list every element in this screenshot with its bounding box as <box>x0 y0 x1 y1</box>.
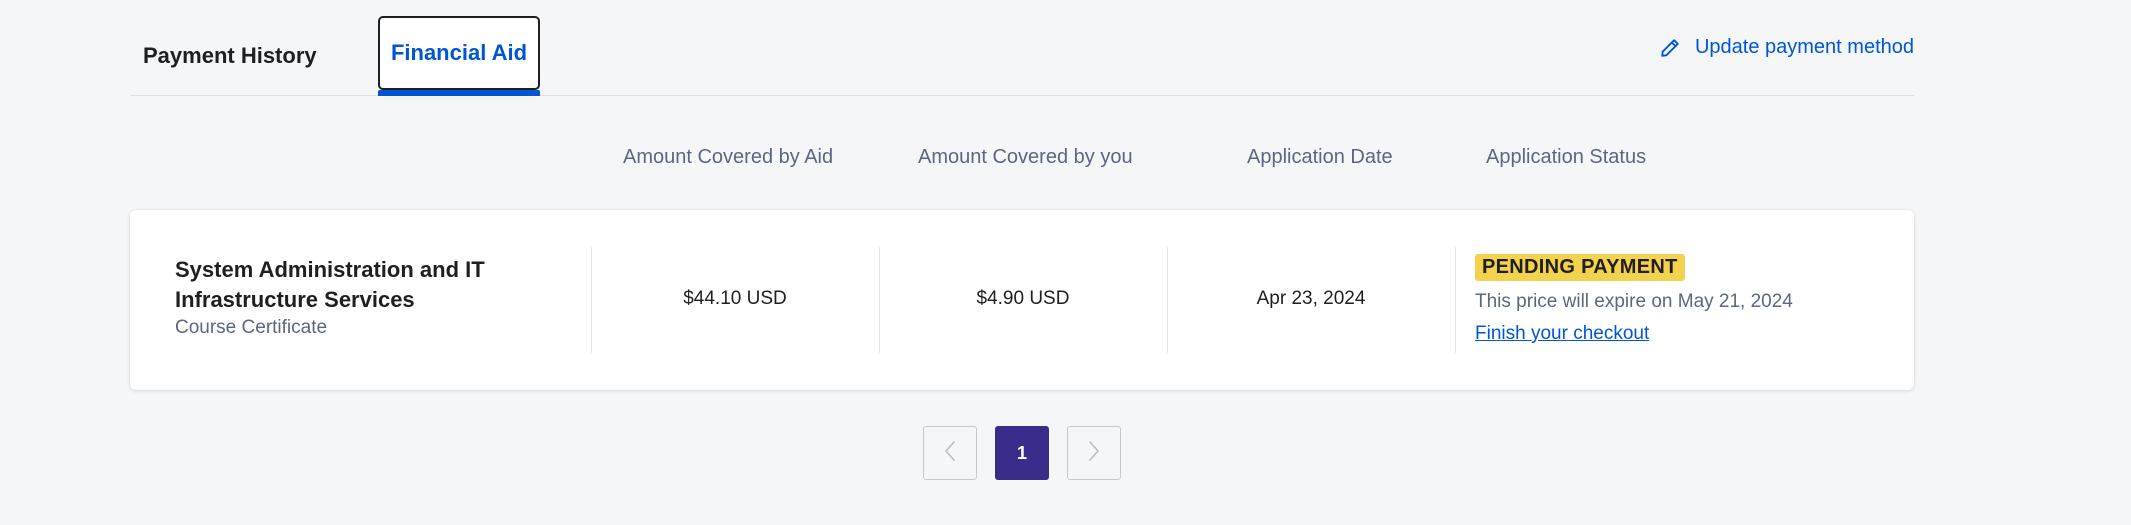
page-number-label: 1 <box>1016 442 1027 463</box>
pencil-icon <box>1659 37 1681 59</box>
status-expiry-note: This price will expire on May 21, 2024 <box>1475 291 1793 312</box>
course-title: System Administration and IT Infrastruct… <box>175 257 485 312</box>
table-row: System Administration and IT Infrastruct… <box>130 210 1914 390</box>
application-date-value: Apr 23, 2024 <box>1256 288 1366 309</box>
tab-payment-history[interactable]: Payment History <box>130 16 330 96</box>
finish-checkout-link[interactable]: Finish your checkout <box>1475 323 1649 345</box>
update-payment-method-label: Update payment method <box>1694 36 1914 58</box>
column-header-amount-you: Amount Covered by you <box>918 146 1133 168</box>
amount-you-value: $4.90 USD <box>976 288 1070 309</box>
course-type: Course Certificate <box>175 317 328 338</box>
page-number-button[interactable]: 1 <box>995 426 1049 480</box>
chevron-left-icon <box>942 439 958 468</box>
previous-page-button[interactable] <box>923 426 977 480</box>
tab-payment-history-label: Payment History <box>143 43 317 68</box>
status-cell: PENDING PAYMENT This price will expire o… <box>1475 254 1793 345</box>
status-badge: PENDING PAYMENT <box>1475 254 1685 281</box>
cell-divider <box>1455 247 1456 353</box>
tab-financial-aid-label: Financial Aid <box>390 40 528 65</box>
course-cell: System Administration and IT Infrastruct… <box>175 255 555 339</box>
next-page-button[interactable] <box>1067 426 1121 480</box>
page: Payment History Financial Aid Update pay… <box>0 0 2131 525</box>
tab-financial-aid[interactable]: Financial Aid <box>378 16 540 96</box>
tabs-bar: Payment History Financial Aid Update pay… <box>130 0 1914 96</box>
update-payment-method-link[interactable]: Update payment method <box>1659 36 1914 59</box>
column-header-amount-aid: Amount Covered by Aid <box>623 146 834 168</box>
chevron-right-icon <box>1086 439 1102 468</box>
column-header-application-date: Application Date <box>1247 146 1393 168</box>
active-tab-indicator <box>378 90 540 96</box>
column-header-application-status: Application Status <box>1486 146 1647 168</box>
amount-aid-value: $44.10 USD <box>683 288 787 309</box>
